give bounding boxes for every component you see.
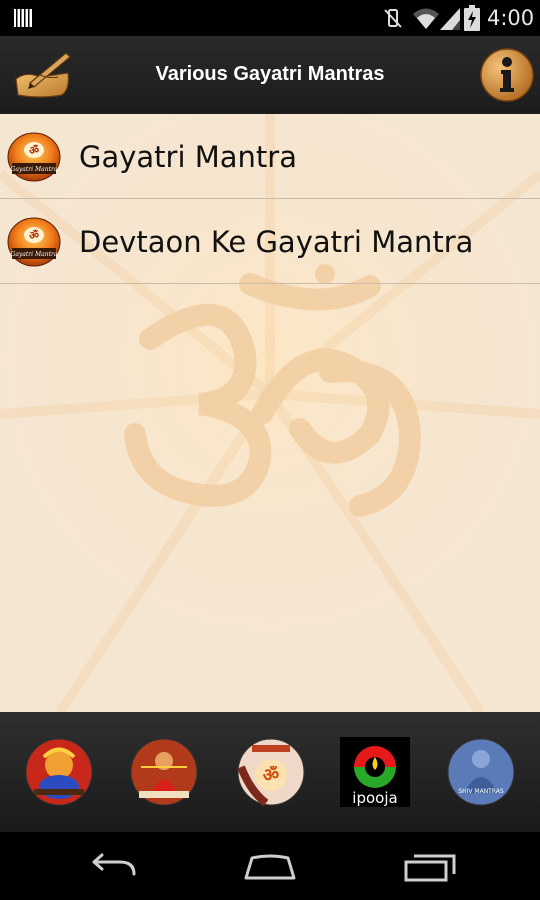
om-app-icon: ॐ Gayatri Mantra xyxy=(7,132,61,182)
shiv-mantras-app-icon[interactable]: SHIV MANTRAS xyxy=(446,737,516,807)
page-title: Various Gayatri Mantras xyxy=(155,63,385,85)
svg-text:ॐ: ॐ xyxy=(29,229,39,242)
ganesh-app-icon[interactable] xyxy=(24,737,94,807)
svg-text:ॐ: ॐ xyxy=(29,144,39,157)
list-item-gayatri-mantra[interactable]: ॐ Gayatri Mantra Gayatri Mantra xyxy=(0,114,540,199)
system-nav-bar xyxy=(0,832,540,900)
recent-apps-icon[interactable] xyxy=(400,852,460,882)
laxmi-app-icon[interactable]: ॐ xyxy=(236,737,306,807)
om-app-icon: ॐ Gayatri Mantra xyxy=(7,217,61,267)
durga-app-icon[interactable] xyxy=(129,737,199,807)
ipooja-logo-text: ipooja xyxy=(352,789,397,807)
ipooja-app-icon[interactable]: ipooja xyxy=(340,737,410,807)
list-item-label: Devtaon Ke Gayatri Mantra xyxy=(79,225,474,259)
battery-charging-icon xyxy=(464,5,480,31)
content-area: ॐ Gayatri Mantra Gayatri Mantra ॐ Gayatr… xyxy=(0,114,540,712)
status-time: 4:00 xyxy=(487,6,535,30)
shiv-mantras-logo-text: SHIV MANTRAS xyxy=(458,788,504,795)
back-icon[interactable] xyxy=(82,852,142,882)
info-icon[interactable] xyxy=(479,47,535,103)
svg-text:ॐ: ॐ xyxy=(263,765,279,786)
vibrate-mute-icon xyxy=(384,9,402,28)
list-item-label: Gayatri Mantra xyxy=(79,140,297,174)
related-apps-strip: ॐ ipooja SHIV MANTRAS xyxy=(0,712,540,832)
notification-barcode-icon xyxy=(14,9,32,27)
wifi-icon xyxy=(413,8,439,29)
icon-caption: Gayatri Mantra xyxy=(11,166,58,173)
signal-icon xyxy=(440,8,460,30)
action-bar: Various Gayatri Mantras xyxy=(0,36,540,114)
home-icon[interactable] xyxy=(240,852,300,882)
list-item-devtaon-ke-gayatri-mantra[interactable]: ॐ Gayatri Mantra Devtaon Ke Gayatri Mant… xyxy=(0,199,540,284)
status-bar: 4:00 xyxy=(0,0,540,36)
icon-caption: Gayatri Mantra xyxy=(11,251,58,258)
